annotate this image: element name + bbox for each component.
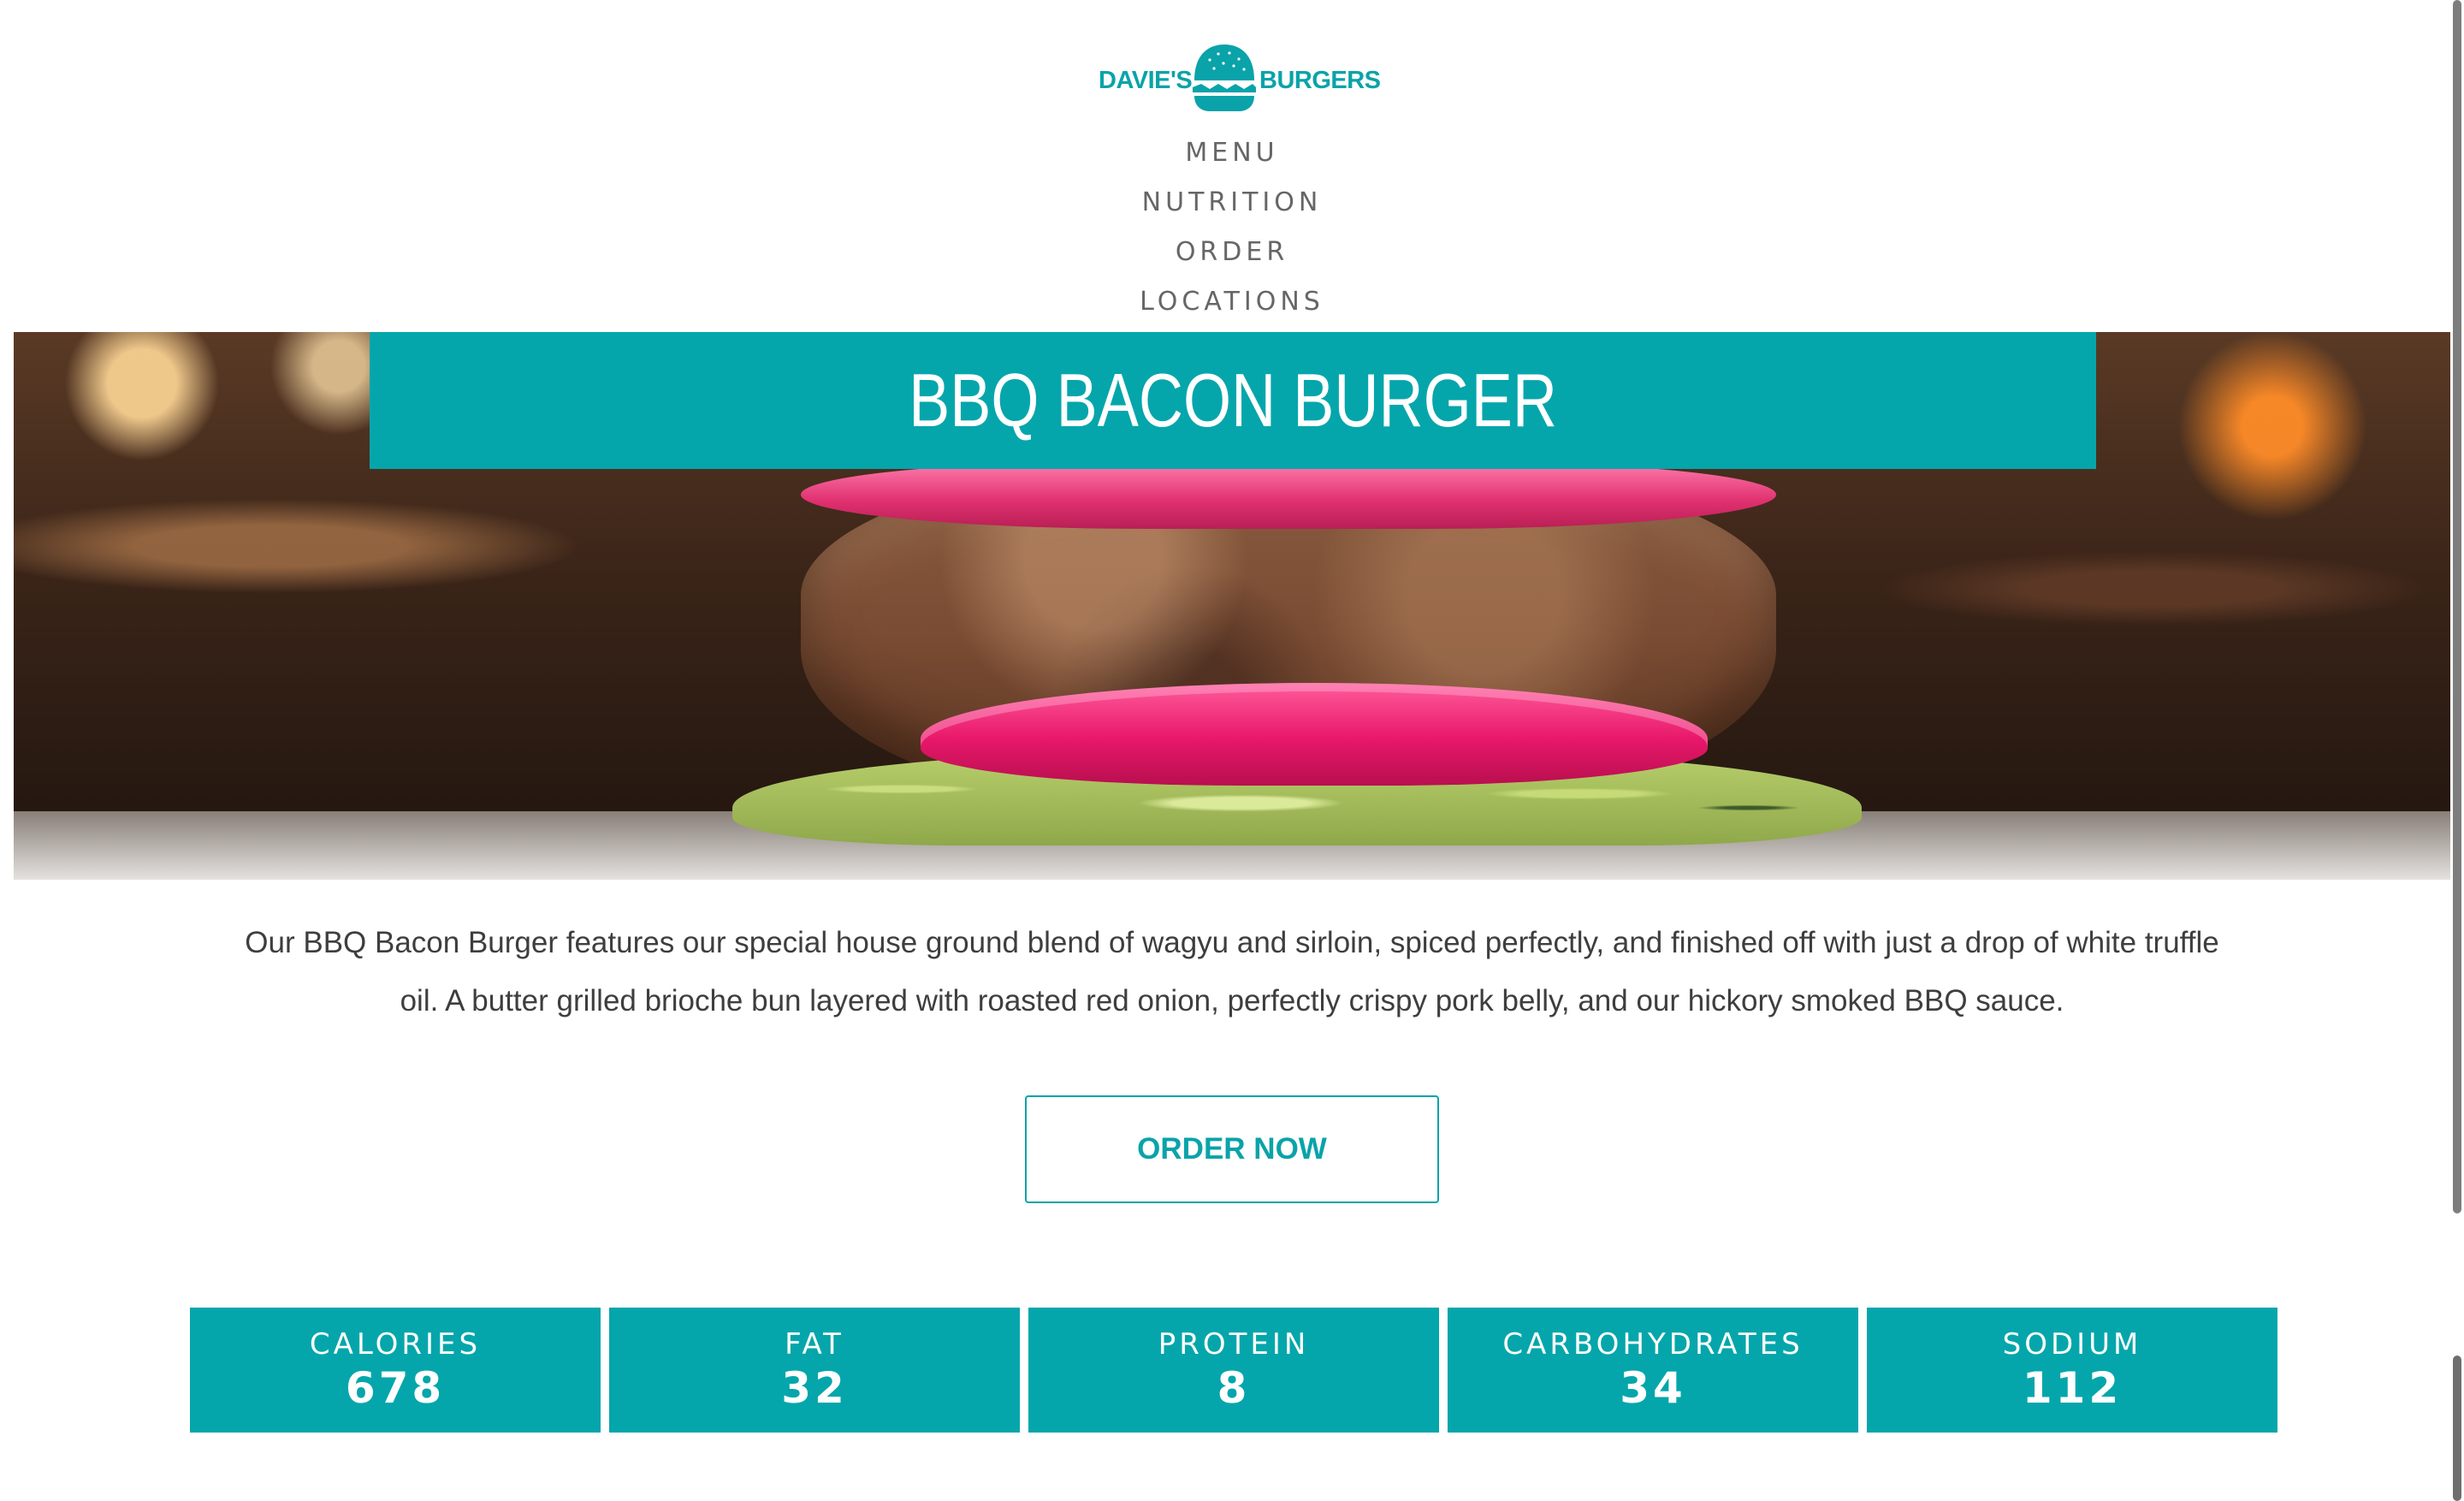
nutrition-box-sodium: SODIUM 112 <box>1867 1308 2277 1433</box>
nav-item-order[interactable]: ORDER <box>1176 228 1288 277</box>
burger-description: Our BBQ Bacon Burger features our specia… <box>120 914 2344 1030</box>
brand-left-word: DAVIE'S <box>1099 67 1193 94</box>
nutrition-value: 112 <box>2022 1363 2123 1413</box>
onion-slice-top <box>801 460 1776 529</box>
nutrition-label: SODIUM <box>2002 1327 2142 1362</box>
page-title: BBQ BACON BURGER <box>909 358 1557 442</box>
page: DAVIE'S BURGERS MENU NUTRITION ORDER LOC… <box>0 0 2464 1501</box>
nav-item-menu[interactable]: MENU <box>1185 128 1278 178</box>
scrollbar-thumb[interactable] <box>2453 0 2461 1213</box>
nutrition-value: 34 <box>1620 1363 1686 1413</box>
main-nav: MENU NUTRITION ORDER LOCATIONS <box>0 128 2464 327</box>
order-now-label: ORDER NOW <box>1137 1132 1327 1166</box>
nutrition-value: 8 <box>1217 1363 1251 1413</box>
nutrition-facts: CALORIES 678 FAT 32 PROTEIN 8 CARBOHYDRA… <box>190 1308 2277 1433</box>
nutrition-value: 678 <box>345 1363 446 1413</box>
description-line-1: Our BBQ Bacon Burger features our specia… <box>245 926 2219 959</box>
nutrition-box-fat: FAT 32 <box>609 1308 1020 1433</box>
description-line-2: oil. A butter grilled brioche bun layere… <box>400 984 2064 1017</box>
title-banner: BBQ BACON BURGER <box>370 332 2096 469</box>
brand-logo[interactable]: DAVIE'S BURGERS <box>1095 43 1381 113</box>
vertical-scrollbar[interactable] <box>2450 0 2464 1501</box>
nutrition-box-carbohydrates: CARBOHYDRATES 34 <box>1448 1308 1858 1433</box>
nutrition-value: 32 <box>781 1363 848 1413</box>
nutrition-label: FAT <box>785 1327 844 1362</box>
order-now-button[interactable]: ORDER NOW <box>1025 1095 1439 1203</box>
nutrition-box-protein: PROTEIN 8 <box>1028 1308 1439 1433</box>
brand-right-word: BURGERS <box>1259 67 1381 94</box>
nav-item-locations[interactable]: LOCATIONS <box>1140 277 1324 327</box>
burger-bun-icon <box>1193 44 1256 111</box>
onion-slice-bottom <box>921 683 1708 786</box>
nutrition-label: PROTEIN <box>1158 1327 1310 1362</box>
scrollbar-thumb-lower[interactable] <box>2453 1356 2461 1501</box>
nutrition-label: CARBOHYDRATES <box>1502 1327 1804 1362</box>
nutrition-box-calories: CALORIES 678 <box>190 1308 601 1433</box>
nutrition-label: CALORIES <box>309 1327 482 1362</box>
nav-item-nutrition[interactable]: NUTRITION <box>1142 178 1323 228</box>
